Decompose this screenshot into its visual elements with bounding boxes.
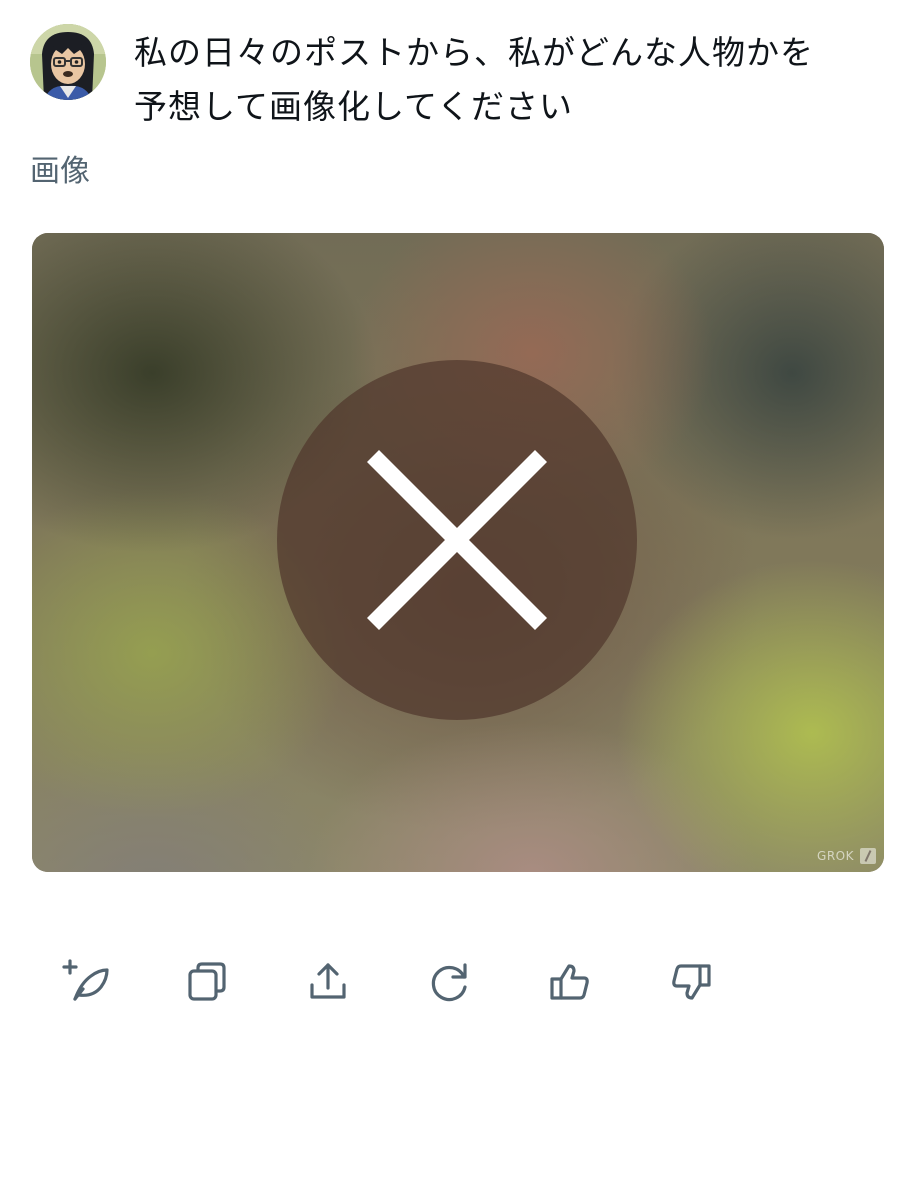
dislike-button[interactable] xyxy=(665,956,717,1008)
avatar[interactable] xyxy=(30,24,106,100)
copy-button[interactable] xyxy=(181,956,233,1008)
generated-image[interactable]: GROK xyxy=(32,233,884,872)
grok-logo-icon xyxy=(860,848,876,864)
thumbs-down-icon xyxy=(672,964,711,1000)
prompt-line-1: 私の日々のポストから、私がどんな人物かを xyxy=(134,33,814,72)
copy-icon xyxy=(188,962,226,1001)
prompt-text: 私の日々のポストから、私がどんな人物かを 予想して画像化してください xyxy=(134,24,874,134)
grok-watermark: GROK xyxy=(817,848,876,864)
refresh-icon xyxy=(431,963,467,1002)
thumbs-up-icon xyxy=(550,964,589,1000)
watermark-text: GROK xyxy=(817,849,854,863)
section-label: 画像 xyxy=(30,154,90,189)
feather-plus-button[interactable] xyxy=(60,956,112,1008)
x-icon xyxy=(366,449,548,631)
share-button[interactable] xyxy=(302,956,354,1008)
regenerate-button[interactable] xyxy=(423,956,475,1008)
action-bar xyxy=(60,956,786,1008)
feather-plus-icon xyxy=(62,959,109,1001)
prompt-header: 私の日々のポストから、私がどんな人物かを 予想して画像化してください xyxy=(30,24,890,134)
error-indicator xyxy=(277,360,637,720)
like-button[interactable] xyxy=(544,956,596,1008)
prompt-line-2: 予想して画像化してください xyxy=(134,87,574,126)
share-upload-icon xyxy=(310,963,346,999)
